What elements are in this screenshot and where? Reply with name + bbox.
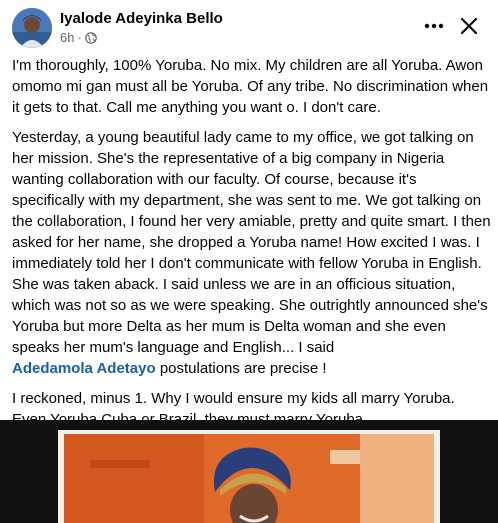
post-header: Iyalode Adeyinka Bello 6h ·	[0, 0, 498, 52]
globe-icon[interactable]	[85, 31, 97, 44]
post-text: I'm thoroughly, 100% Yoruba. No mix. My …	[12, 55, 492, 439]
meta-separator: ·	[77, 30, 82, 45]
more-options-icon[interactable]	[420, 12, 448, 40]
post-timestamp[interactable]: 6h	[60, 30, 74, 45]
post-paragraph-2: Yesterday, a young beautiful lady came t…	[12, 127, 492, 379]
mention-link[interactable]: Adedamola Adetayo	[12, 360, 156, 377]
mention-suffix: postulations are precise !	[155, 360, 327, 377]
author-name[interactable]: Iyalode Adeyinka Bello	[60, 10, 223, 27]
post-paragraph-1: I'm thoroughly, 100% Yoruba. No mix. My …	[12, 57, 489, 116]
post-paragraph-2-text: Yesterday, a young beautiful lady came t…	[12, 129, 491, 356]
author-avatar[interactable]	[12, 8, 52, 48]
post-photo[interactable]	[0, 420, 498, 523]
close-icon[interactable]	[455, 12, 483, 40]
post-meta: 6h ·	[60, 30, 97, 45]
